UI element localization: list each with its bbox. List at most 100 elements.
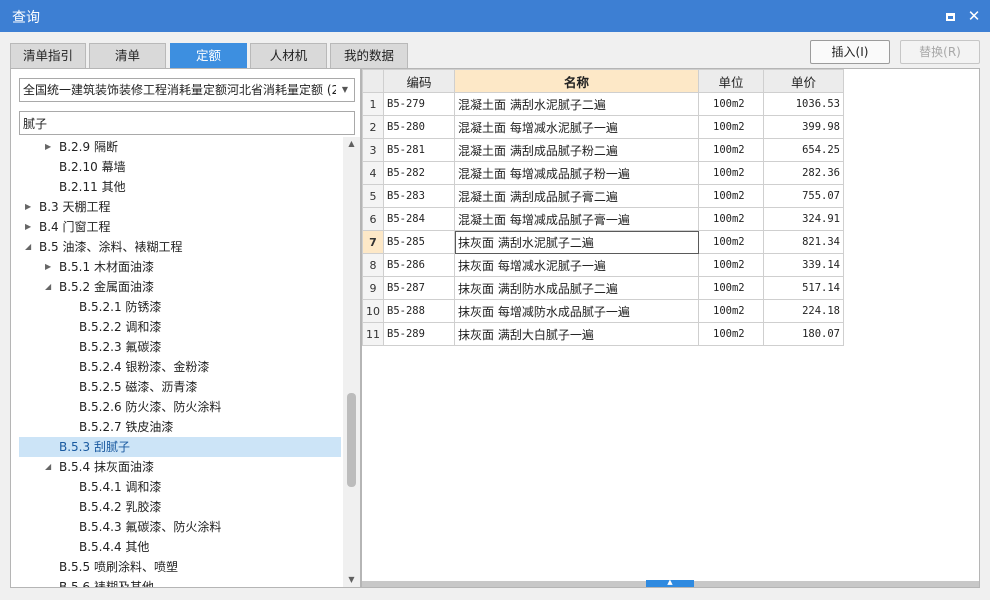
table-row[interactable]: 5 B5-283 混凝土面 满刮成品腻子膏二遍 100m2 755.07 (362, 184, 844, 208)
expanded-arrow-icon[interactable]: ◢ (45, 277, 55, 297)
tree-item[interactable]: B.5.2.3 氟碳漆 (19, 337, 341, 357)
cell-code[interactable]: B5-286 (383, 253, 455, 277)
cell-name[interactable]: 混凝土面 满刮水泥腻子二遍 (454, 92, 699, 116)
cell-code[interactable]: B5-281 (383, 138, 455, 162)
cell-unit[interactable]: 100m2 (698, 138, 764, 162)
table-row[interactable]: 9 B5-287 抹灰面 满刮防水成品腻子二遍 100m2 517.14 (362, 276, 844, 300)
table-row[interactable]: 10 B5-288 抹灰面 每增减防水成品腻子一遍 100m2 224.18 (362, 299, 844, 323)
column-header-unit[interactable]: 单位 (698, 69, 764, 93)
scroll-down-icon[interactable]: ▼ (343, 573, 360, 587)
tab-bill-guide[interactable]: 清单指引 (10, 43, 86, 68)
cell-code[interactable]: B5-283 (383, 184, 455, 208)
maximize-button[interactable] (941, 7, 959, 25)
tree-item[interactable]: B.5.2.2 调和漆 (19, 317, 341, 337)
cell-name[interactable]: 混凝土面 每增减成品腻子膏一遍 (454, 207, 699, 231)
row-number[interactable]: 5 (362, 184, 384, 208)
table-row[interactable]: 8 B5-286 抹灰面 每增减水泥腻子一遍 100m2 339.14 (362, 253, 844, 277)
tree-item[interactable]: B.5.3 刮腻子 (19, 437, 341, 457)
row-number[interactable]: 10 (362, 299, 384, 323)
quota-library-select[interactable]: 全国统一建筑装饰装修工程消耗量定额河北省消耗量定额 (20 ▼ (19, 78, 355, 102)
table-row[interactable]: 4 B5-282 混凝土面 每增减成品腻子粉一遍 100m2 282.36 (362, 161, 844, 185)
cell-name[interactable]: 混凝土面 满刮成品腻子粉二遍 (454, 138, 699, 162)
tree-item[interactable]: B.5.2.6 防火漆、防火涂料 (19, 397, 341, 417)
tree-item[interactable]: B.2.11 其他 (19, 177, 341, 197)
cell-price[interactable]: 755.07 (763, 184, 844, 208)
row-number[interactable]: 9 (362, 276, 384, 300)
cell-price[interactable]: 399.98 (763, 115, 844, 139)
tree-item[interactable]: ▶ B.5.1 木材面油漆 (19, 257, 341, 277)
tree-item[interactable]: ▶ B.4 门窗工程 (19, 217, 341, 237)
replace-button[interactable]: 替换(R) (900, 40, 980, 64)
collapsed-arrow-icon[interactable]: ▶ (45, 257, 55, 277)
tree-item[interactable]: B.5.2.7 铁皮油漆 (19, 417, 341, 437)
cell-price[interactable]: 282.36 (763, 161, 844, 185)
tree-item[interactable]: ◢ B.5.4 抹灰面油漆 (19, 457, 341, 477)
cell-name[interactable]: 混凝土面 每增减水泥腻子一遍 (454, 115, 699, 139)
scrollbar-thumb[interactable] (347, 393, 356, 487)
row-number[interactable]: 1 (362, 92, 384, 116)
row-number[interactable]: 2 (362, 115, 384, 139)
chevron-down-icon[interactable]: ▼ (336, 79, 354, 101)
cell-unit[interactable]: 100m2 (698, 322, 764, 346)
row-number[interactable]: 8 (362, 253, 384, 277)
cell-price[interactable]: 224.18 (763, 299, 844, 323)
tree-item[interactable]: ◢ B.5.2 金属面油漆 (19, 277, 341, 297)
tab-bill[interactable]: 清单 (89, 43, 166, 68)
cell-name[interactable]: 抹灰面 满刮大白腻子一遍 (454, 322, 699, 346)
tree-item[interactable]: B.5.6 裱糊及其他 (19, 577, 341, 587)
bottom-splitter[interactable]: ▲ (362, 579, 979, 587)
tree-item[interactable]: ▶ B.2.9 隔断 (19, 137, 341, 157)
tree-item[interactable]: B.5.4.4 其他 (19, 537, 341, 557)
tree-item[interactable]: ▶ B.3 天棚工程 (19, 197, 341, 217)
cell-price[interactable]: 324.91 (763, 207, 844, 231)
tab-labor-material[interactable]: 人材机 (250, 43, 327, 68)
cell-name[interactable]: 混凝土面 满刮成品腻子膏二遍 (454, 184, 699, 208)
cell-unit[interactable]: 100m2 (698, 92, 764, 116)
scroll-up-icon[interactable]: ▲ (343, 137, 360, 151)
cell-code[interactable]: B5-288 (383, 299, 455, 323)
table-row[interactable]: 3 B5-281 混凝土面 满刮成品腻子粉二遍 100m2 654.25 (362, 138, 844, 162)
insert-button[interactable]: 插入(I) (810, 40, 890, 64)
cell-unit[interactable]: 100m2 (698, 115, 764, 139)
cell-unit[interactable]: 100m2 (698, 184, 764, 208)
table-row[interactable]: 6 B5-284 混凝土面 每增减成品腻子膏一遍 100m2 324.91 (362, 207, 844, 231)
cell-name[interactable]: 抹灰面 每增减防水成品腻子一遍 (454, 299, 699, 323)
tree-item[interactable]: B.5.5 喷刷涂料、喷塑 (19, 557, 341, 577)
cell-unit[interactable]: 100m2 (698, 230, 764, 254)
row-number[interactable]: 11 (362, 322, 384, 346)
cell-unit[interactable]: 100m2 (698, 161, 764, 185)
cell-code[interactable]: B5-282 (383, 161, 455, 185)
close-button[interactable]: ✕ (965, 7, 983, 25)
tree-item[interactable]: B.5.2.5 磁漆、沥青漆 (19, 377, 341, 397)
cell-name[interactable]: 抹灰面 满刮水泥腻子二遍 (454, 230, 699, 254)
column-header-price[interactable]: 单价 (763, 69, 844, 93)
table-row[interactable]: 2 B5-280 混凝土面 每增减水泥腻子一遍 100m2 399.98 (362, 115, 844, 139)
cell-name[interactable]: 抹灰面 满刮防水成品腻子二遍 (454, 276, 699, 300)
collapsed-arrow-icon[interactable]: ▶ (45, 137, 55, 157)
cell-price[interactable]: 821.34 (763, 230, 844, 254)
cell-price[interactable]: 180.07 (763, 322, 844, 346)
cell-unit[interactable]: 100m2 (698, 299, 764, 323)
cell-code[interactable]: B5-287 (383, 276, 455, 300)
expanded-arrow-icon[interactable]: ◢ (45, 457, 55, 477)
cell-unit[interactable]: 100m2 (698, 207, 764, 231)
tree-item[interactable]: B.5.4.2 乳胶漆 (19, 497, 341, 517)
cell-code[interactable]: B5-285 (383, 230, 455, 254)
tab-quota[interactable]: 定额 (170, 43, 247, 68)
tree-item[interactable]: B.5.2.1 防锈漆 (19, 297, 341, 317)
collapsed-arrow-icon[interactable]: ▶ (25, 197, 35, 217)
row-number[interactable]: 3 (362, 138, 384, 162)
row-number[interactable]: 6 (362, 207, 384, 231)
table-row[interactable]: 7 B5-285 抹灰面 满刮水泥腻子二遍 100m2 821.34 (362, 230, 844, 254)
column-header-name[interactable]: 名称 (454, 69, 699, 93)
tree-item[interactable]: B.5.2.4 银粉漆、金粉漆 (19, 357, 341, 377)
search-input[interactable] (19, 111, 355, 135)
tree-item[interactable]: B.2.10 幕墙 (19, 157, 341, 177)
cell-code[interactable]: B5-284 (383, 207, 455, 231)
table-row[interactable]: 11 B5-289 抹灰面 满刮大白腻子一遍 100m2 180.07 (362, 322, 844, 346)
row-number[interactable]: 4 (362, 161, 384, 185)
tab-my-data[interactable]: 我的数据 (330, 43, 408, 68)
cell-price[interactable]: 339.14 (763, 253, 844, 277)
tree-item[interactable]: B.5.4.3 氟碳漆、防火涂料 (19, 517, 341, 537)
cell-name[interactable]: 混凝土面 每增减成品腻子粉一遍 (454, 161, 699, 185)
